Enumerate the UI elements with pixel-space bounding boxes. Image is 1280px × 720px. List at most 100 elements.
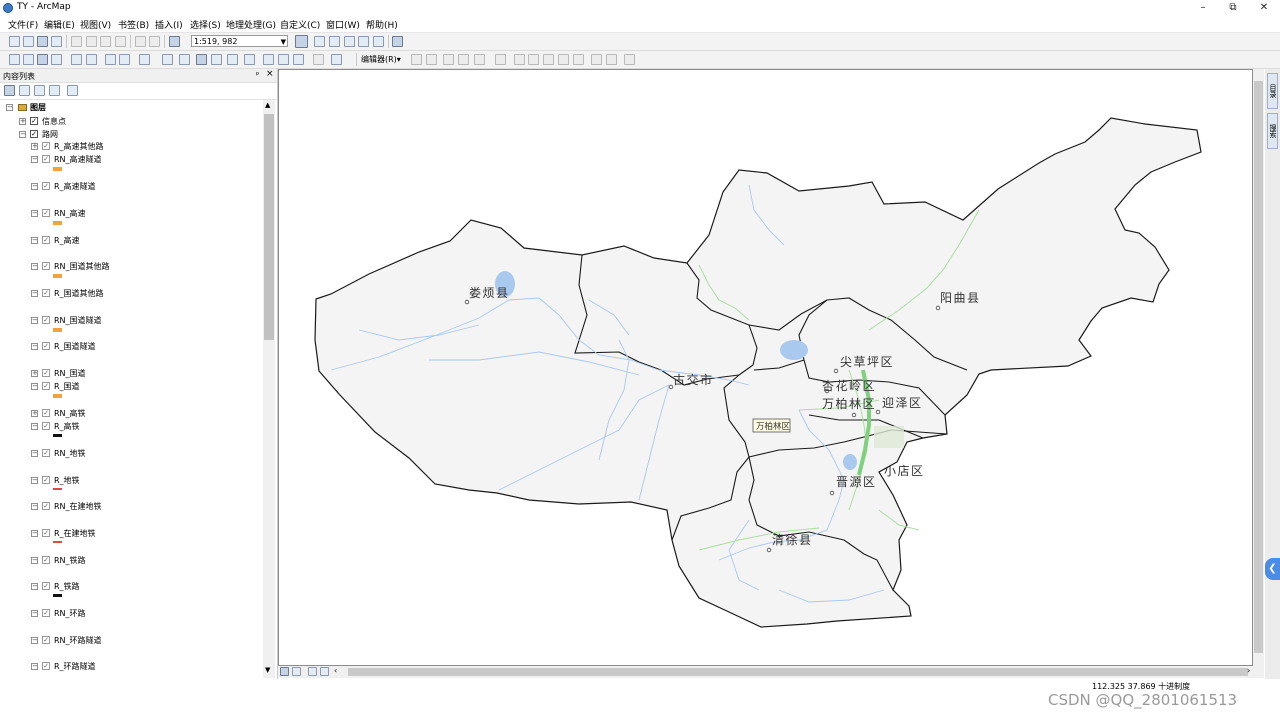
search-tab[interactable]: 搜索: [1267, 113, 1278, 149]
catalog-icon[interactable]: [329, 36, 340, 47]
collapse-icon[interactable]: −: [31, 183, 38, 190]
expand-icon[interactable]: +: [31, 143, 38, 150]
layer-checkbox[interactable]: ✓: [42, 142, 50, 150]
cut-icon[interactable]: [71, 36, 82, 47]
collapse-icon[interactable]: −: [31, 583, 38, 590]
collapse-icon[interactable]: −: [31, 530, 38, 537]
layer-checkbox[interactable]: ✓: [42, 182, 50, 190]
table-of-contents-icon[interactable]: [314, 36, 325, 47]
delete-icon[interactable]: [115, 36, 126, 47]
layer-checkbox[interactable]: ✓: [42, 449, 50, 457]
editor-menu[interactable]: 编辑器(R)▾: [361, 54, 401, 65]
layer-checkbox[interactable]: ✓: [42, 556, 50, 564]
zoom-in-icon[interactable]: [9, 54, 20, 65]
search-window-icon[interactable]: [344, 36, 355, 47]
time-slider-icon[interactable]: [313, 54, 324, 65]
fixed-zoom-in-icon[interactable]: [71, 54, 82, 65]
select-features-icon[interactable]: [139, 54, 150, 65]
forward-arrow-icon[interactable]: [119, 54, 130, 65]
menu-edit[interactable]: 编辑(E): [44, 18, 75, 31]
full-extent-icon[interactable]: [51, 54, 62, 65]
pin-icon[interactable]: ᵖ: [256, 70, 259, 79]
fixed-zoom-out-icon[interactable]: [86, 54, 97, 65]
collapse-side-panel-icon[interactable]: ❮: [1265, 558, 1280, 580]
model-builder-icon[interactable]: [392, 36, 403, 47]
straight-segment-icon[interactable]: [443, 54, 454, 65]
python-icon[interactable]: [373, 36, 384, 47]
menu-selection[interactable]: 选择(S): [190, 18, 221, 31]
find-route-icon[interactable]: [278, 54, 289, 65]
new-document-icon[interactable]: [9, 36, 20, 47]
html-popup-icon[interactable]: [227, 54, 238, 65]
scroll-right-icon[interactable]: ›: [1247, 666, 1250, 675]
hyperlink-icon[interactable]: [211, 54, 222, 65]
layer-checkbox[interactable]: ✓: [42, 476, 50, 484]
find-icon[interactable]: [263, 54, 274, 65]
go-to-xy-icon[interactable]: [293, 54, 304, 65]
arctoolbox-icon[interactable]: [358, 36, 369, 47]
list-by-drawing-order-icon[interactable]: [4, 85, 15, 96]
chevron-down-icon[interactable]: ▼: [281, 36, 286, 48]
collapse-icon[interactable]: −: [31, 383, 38, 390]
collapse-icon[interactable]: −: [31, 610, 38, 617]
layer-checkbox[interactable]: ✓: [42, 262, 50, 270]
expand-icon[interactable]: +: [19, 118, 26, 125]
scroll-thumb[interactable]: [264, 114, 274, 340]
map-canvas[interactable]: 娄烦县 古交市 阳曲县 尖草坪区 杏花岭区 万柏林区 迎泽区 小店区 晋源区 清…: [279, 70, 1253, 666]
layer-checkbox[interactable]: ✓: [42, 316, 50, 324]
menu-insert[interactable]: 插入(I): [155, 18, 183, 31]
layer-checkbox[interactable]: ✓: [42, 209, 50, 217]
layer-checkbox[interactable]: ✓: [42, 289, 50, 297]
layer-checkbox[interactable]: ✓: [42, 382, 50, 390]
layer-checkbox[interactable]: ✓: [42, 409, 50, 417]
scroll-up-icon[interactable]: ▲: [265, 101, 270, 109]
collapse-icon[interactable]: −: [6, 104, 13, 111]
layer-checkbox[interactable]: ✓: [42, 529, 50, 537]
rotate-icon[interactable]: [573, 54, 584, 65]
toc-scrollbar[interactable]: ▲ ▼: [263, 100, 275, 678]
open-icon[interactable]: [23, 36, 34, 47]
create-viewer-icon[interactable]: [331, 54, 342, 65]
zoom-out-icon[interactable]: [23, 54, 34, 65]
edit-vertices-icon[interactable]: [514, 54, 525, 65]
clear-selection-icon[interactable]: [162, 54, 173, 65]
map-scale-input[interactable]: 1:519, 982 ▼: [191, 35, 288, 47]
menu-windows[interactable]: 窗口(W): [326, 18, 360, 31]
layer-checkbox[interactable]: ✓: [42, 502, 50, 510]
collapse-icon[interactable]: −: [31, 450, 38, 457]
layer-checkbox[interactable]: ✓: [42, 155, 50, 163]
refresh-icon[interactable]: [308, 667, 317, 676]
point-icon[interactable]: [495, 54, 506, 65]
expand-icon[interactable]: +: [31, 410, 38, 417]
trace-icon[interactable]: [474, 54, 485, 65]
identify-icon[interactable]: [196, 54, 207, 65]
pan-icon[interactable]: [37, 54, 48, 65]
layer-checkbox[interactable]: ✓: [42, 422, 50, 430]
collapse-icon[interactable]: −: [31, 477, 38, 484]
collapse-icon[interactable]: −: [31, 663, 38, 670]
undo-icon[interactable]: [135, 36, 146, 47]
scroll-thumb[interactable]: [1254, 81, 1263, 653]
measure-icon[interactable]: [244, 54, 255, 65]
menu-geoprocessing[interactable]: 地理处理(G): [226, 18, 276, 31]
edit-tool-icon[interactable]: [411, 54, 422, 65]
map-vertical-scrollbar[interactable]: [1253, 69, 1264, 666]
layer-checkbox[interactable]: ✓: [42, 342, 50, 350]
menu-file[interactable]: 文件(F): [8, 18, 38, 31]
restore-icon[interactable]: ⧉: [1218, 0, 1248, 16]
menu-customize[interactable]: 自定义(C): [280, 18, 320, 31]
scroll-thumb[interactable]: [348, 668, 1248, 676]
list-by-visibility-icon[interactable]: [34, 85, 45, 96]
expand-icon[interactable]: +: [31, 370, 38, 377]
attributes-icon[interactable]: [591, 54, 602, 65]
create-features-icon[interactable]: [624, 54, 635, 65]
paste-icon[interactable]: [100, 36, 111, 47]
print-icon[interactable]: [51, 36, 62, 47]
pause-drawing-icon[interactable]: [320, 667, 329, 676]
back-arrow-icon[interactable]: [105, 54, 116, 65]
layout-view-icon[interactable]: [292, 667, 301, 676]
scroll-left-icon[interactable]: ‹: [334, 666, 337, 675]
collapse-icon[interactable]: −: [31, 156, 38, 163]
collapse-icon[interactable]: −: [31, 317, 38, 324]
menu-view[interactable]: 视图(V): [80, 18, 111, 31]
